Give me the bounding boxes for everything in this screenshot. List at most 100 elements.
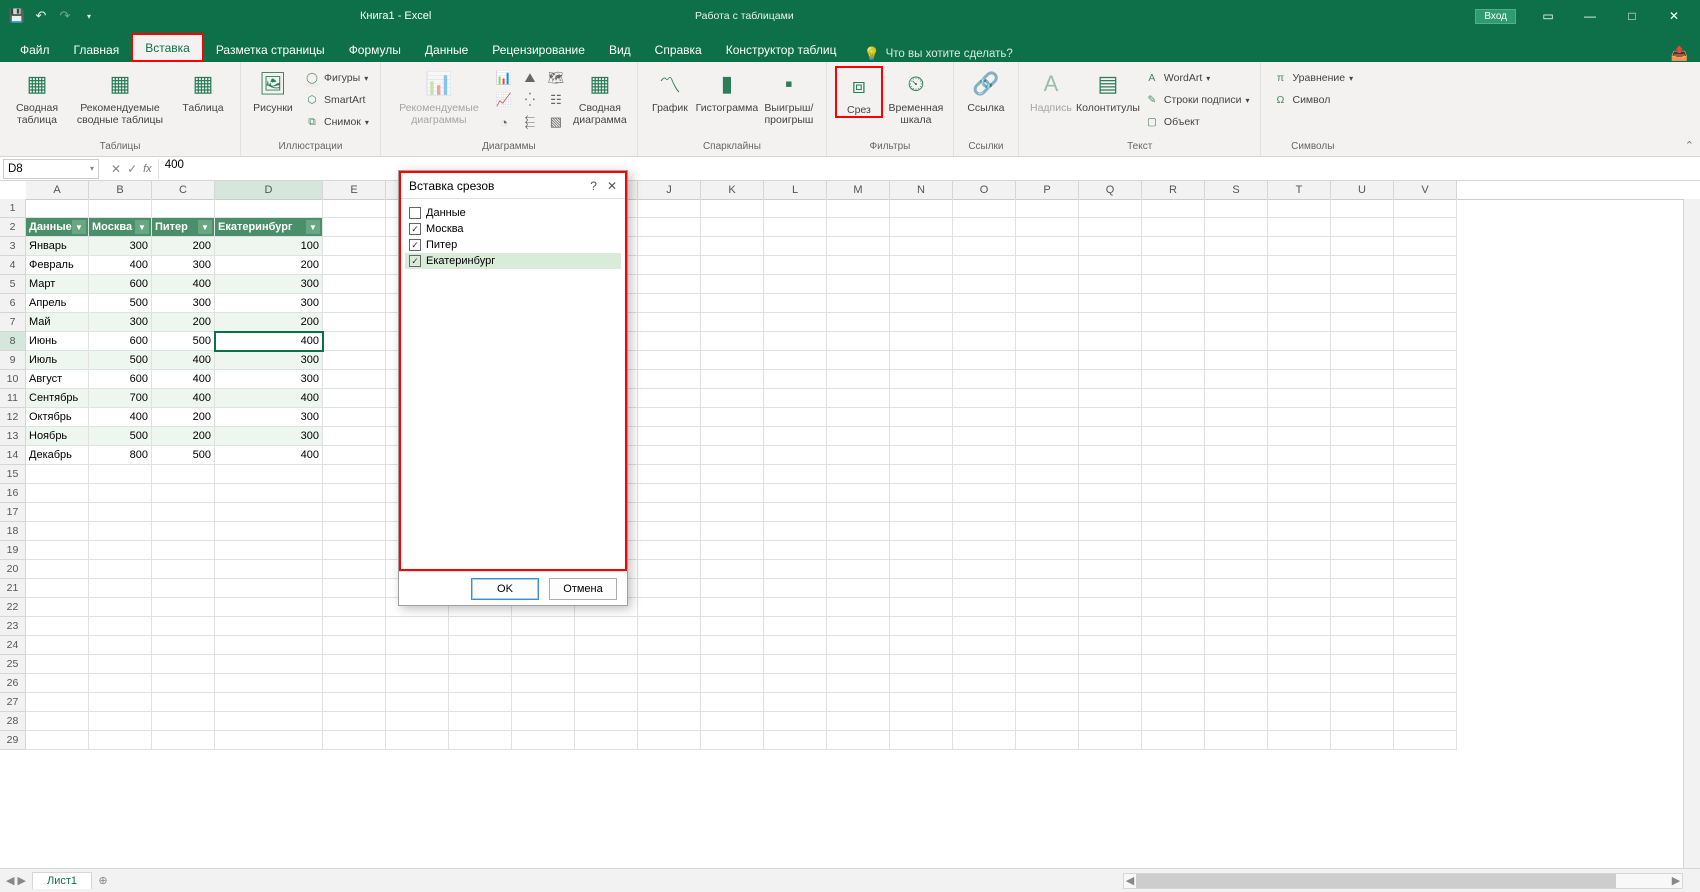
cell[interactable] <box>1142 218 1205 237</box>
row-header[interactable]: 8 <box>0 332 26 351</box>
cell[interactable] <box>827 484 890 503</box>
cell[interactable] <box>449 712 512 731</box>
cell[interactable] <box>386 636 449 655</box>
slicer-field-item[interactable]: ✓Москва <box>405 221 621 237</box>
row-header[interactable]: 16 <box>0 484 26 503</box>
cell[interactable] <box>827 655 890 674</box>
spark-column-button[interactable]: ▮Гистограмма <box>698 66 756 114</box>
cell[interactable] <box>1016 541 1079 560</box>
cell[interactable] <box>323 522 386 541</box>
stock-chart-icon[interactable]: ☷ <box>545 90 567 110</box>
surface-chart-icon[interactable]: ▧ <box>545 112 567 132</box>
row-header[interactable]: 17 <box>0 503 26 522</box>
row-header[interactable]: 18 <box>0 522 26 541</box>
cell[interactable] <box>575 731 638 750</box>
cell[interactable] <box>1268 256 1331 275</box>
cell[interactable] <box>701 446 764 465</box>
cell[interactable] <box>953 446 1016 465</box>
cell[interactable] <box>152 731 215 750</box>
formula-input[interactable]: 400 <box>158 159 1700 179</box>
cell[interactable] <box>1331 598 1394 617</box>
cell[interactable] <box>1016 313 1079 332</box>
cell[interactable]: Апрель <box>26 294 89 313</box>
cell[interactable] <box>701 218 764 237</box>
cell[interactable] <box>953 655 1016 674</box>
cell[interactable] <box>26 617 89 636</box>
cell[interactable] <box>1268 199 1331 218</box>
cell[interactable] <box>1142 560 1205 579</box>
cell[interactable] <box>26 484 89 503</box>
cell[interactable] <box>638 598 701 617</box>
cell[interactable] <box>701 351 764 370</box>
cell[interactable] <box>1205 199 1268 218</box>
collapse-ribbon-icon[interactable]: ⌃ <box>1685 139 1694 152</box>
rec-pivot-button[interactable]: ▦Рекомендуемые сводные таблицы <box>70 66 170 126</box>
cell[interactable] <box>701 693 764 712</box>
cell[interactable] <box>764 598 827 617</box>
worksheet-grid[interactable]: ABCDEFGHIJKLMNOPQRSTUV 12Данные▼Москва▼П… <box>0 181 1700 868</box>
cell[interactable] <box>1394 275 1457 294</box>
cell[interactable] <box>1331 731 1394 750</box>
cell[interactable] <box>701 541 764 560</box>
help-icon[interactable]: ? <box>590 179 597 193</box>
cell[interactable] <box>1016 503 1079 522</box>
checkbox-icon[interactable]: ✓ <box>409 223 421 235</box>
cell[interactable] <box>701 484 764 503</box>
cell[interactable]: 600 <box>89 370 152 389</box>
cell[interactable] <box>764 294 827 313</box>
cell[interactable] <box>89 636 152 655</box>
cell[interactable] <box>701 332 764 351</box>
cell[interactable] <box>890 446 953 465</box>
row-header[interactable]: 29 <box>0 731 26 750</box>
cell[interactable]: 200 <box>152 408 215 427</box>
sheet-nav[interactable]: ◀ ▶ <box>0 874 32 887</box>
cell[interactable] <box>1142 408 1205 427</box>
cell[interactable] <box>323 503 386 522</box>
cell[interactable] <box>701 389 764 408</box>
cell[interactable] <box>1268 237 1331 256</box>
cell[interactable] <box>1394 484 1457 503</box>
cell[interactable] <box>323 294 386 313</box>
cell[interactable] <box>1394 218 1457 237</box>
cell[interactable] <box>1268 427 1331 446</box>
cell[interactable] <box>1016 636 1079 655</box>
cell[interactable] <box>953 408 1016 427</box>
cell[interactable] <box>215 655 323 674</box>
tab-view[interactable]: Вид <box>597 37 643 62</box>
cell[interactable] <box>1268 275 1331 294</box>
cell[interactable] <box>764 522 827 541</box>
cell[interactable] <box>215 484 323 503</box>
cell[interactable] <box>215 693 323 712</box>
cell[interactable] <box>1142 598 1205 617</box>
cell[interactable]: 400 <box>215 446 323 465</box>
cell[interactable] <box>1142 522 1205 541</box>
col-header[interactable]: V <box>1394 181 1457 199</box>
cell[interactable]: 300 <box>215 275 323 294</box>
checkbox-icon[interactable]: ✓ <box>409 239 421 251</box>
slicer-field-item[interactable]: ✓Екатеринбург <box>405 253 621 269</box>
cell[interactable] <box>764 389 827 408</box>
cell[interactable]: 200 <box>152 313 215 332</box>
cell[interactable]: 400 <box>89 408 152 427</box>
cell[interactable] <box>1268 351 1331 370</box>
cell[interactable] <box>701 617 764 636</box>
wordart-button[interactable]: AWordArt ▾ <box>1141 68 1213 88</box>
cell[interactable] <box>386 712 449 731</box>
cell[interactable] <box>827 275 890 294</box>
cell[interactable]: 200 <box>215 256 323 275</box>
cell[interactable] <box>1016 199 1079 218</box>
cell[interactable] <box>1394 332 1457 351</box>
cell[interactable] <box>1394 256 1457 275</box>
row-header[interactable]: 13 <box>0 427 26 446</box>
col-header[interactable]: D <box>215 181 323 199</box>
cell[interactable] <box>1205 655 1268 674</box>
cell[interactable] <box>449 636 512 655</box>
cell[interactable]: 500 <box>152 446 215 465</box>
cell[interactable] <box>764 465 827 484</box>
cell[interactable] <box>827 560 890 579</box>
spark-line-button[interactable]: 〽График <box>646 66 694 114</box>
cell[interactable] <box>764 256 827 275</box>
cell[interactable] <box>764 237 827 256</box>
cell[interactable] <box>323 446 386 465</box>
cell[interactable] <box>890 370 953 389</box>
